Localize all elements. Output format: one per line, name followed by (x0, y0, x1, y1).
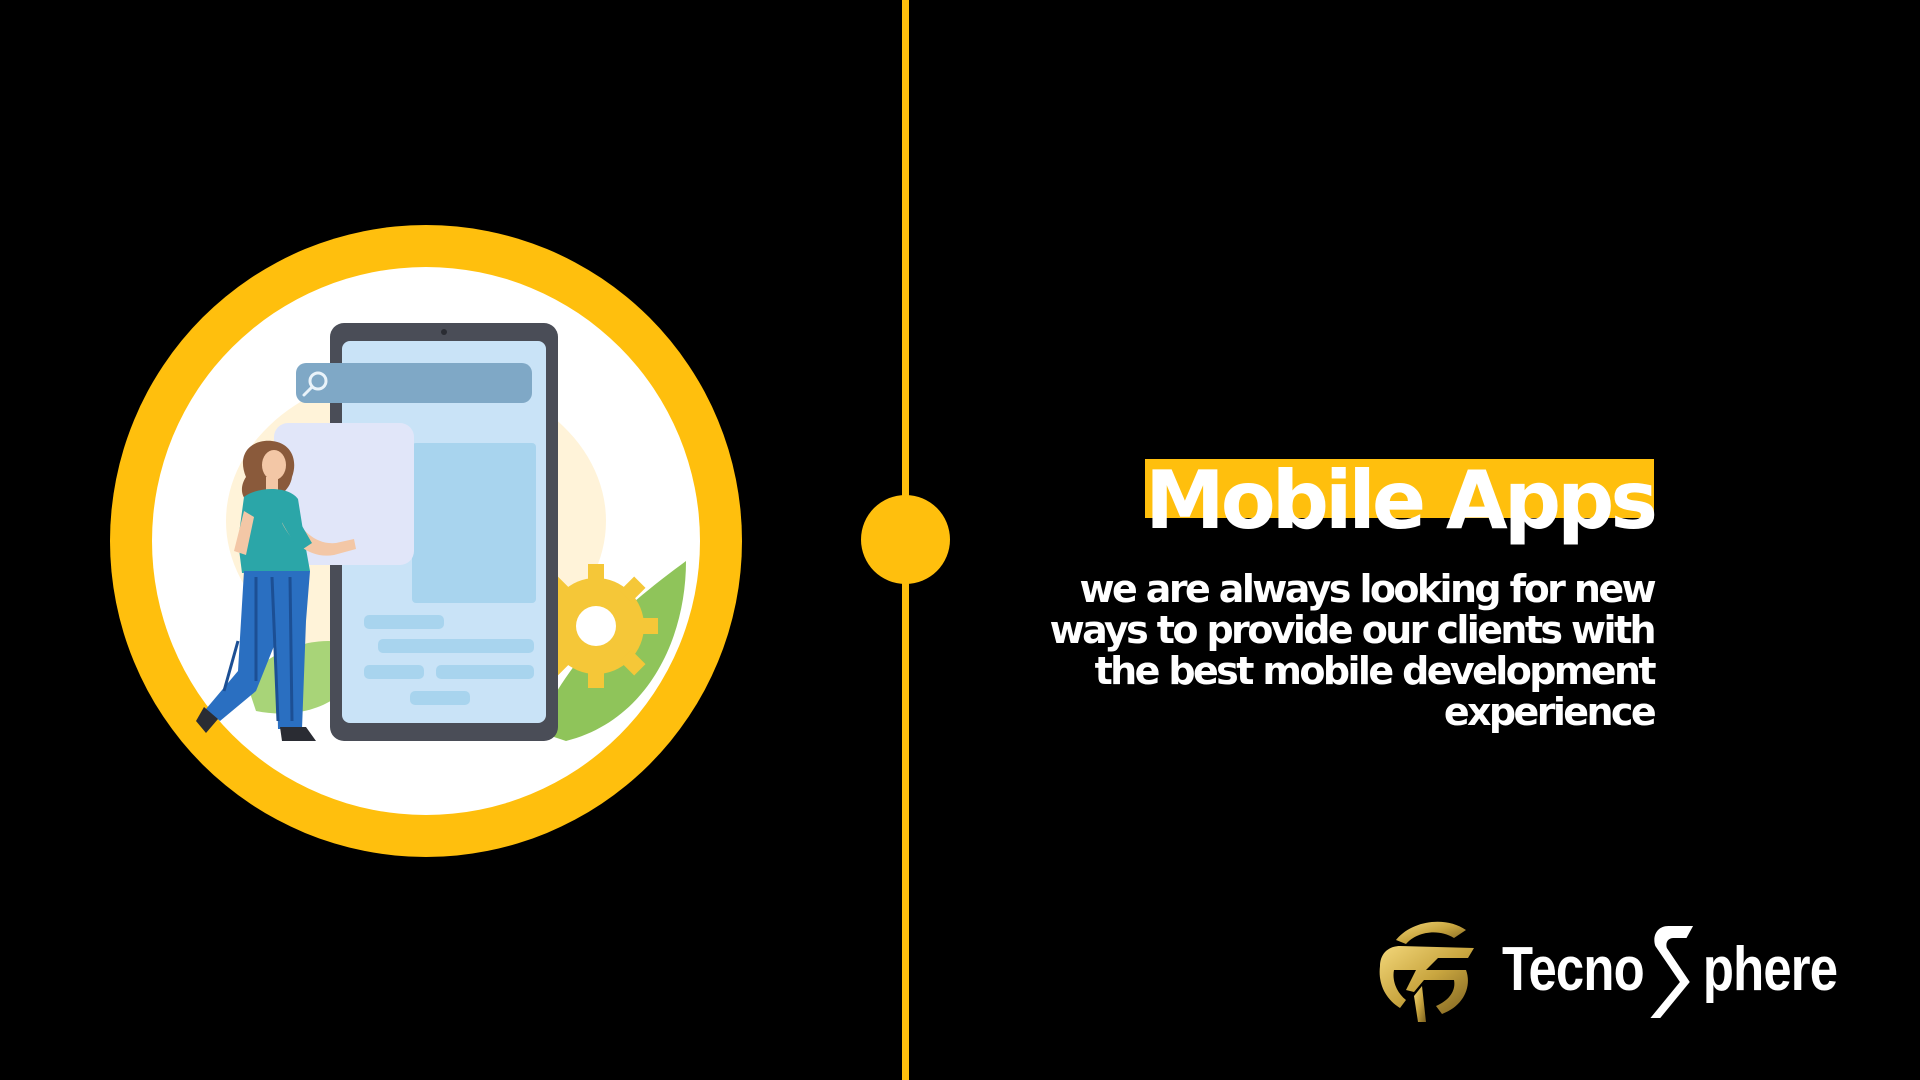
logo-wordmark: Tecno phere (1502, 926, 1838, 1018)
description-line: the best mobile development (1094, 649, 1657, 693)
logo-s-icon (1647, 924, 1699, 1020)
page-title: Mobile Apps (1145, 454, 1658, 547)
description-line: experience (1443, 690, 1657, 734)
description-line: we are always looking for new (1079, 567, 1656, 611)
divider-dot (861, 495, 950, 584)
description-line: ways to provide our clients with (1049, 608, 1657, 652)
illustration-svg (110, 225, 742, 857)
tecnosphere-logo: Tecno phere (1366, 910, 1872, 1028)
text-block: Mobile Apps we are always looking for ne… (974, 454, 1658, 734)
search-bar (296, 363, 532, 403)
description: we are always looking for new ways to pr… (974, 567, 1657, 734)
logo-text-tecno: Tecno (1502, 935, 1645, 1004)
logo-text-phere: phere (1702, 935, 1838, 1004)
mobile-app-illustration (106, 221, 746, 861)
slide: Mobile Apps we are always looking for ne… (0, 0, 1920, 1080)
tecnosphere-emblem-icon (1366, 910, 1484, 1028)
heading-wrap: Mobile Apps (1145, 454, 1658, 547)
